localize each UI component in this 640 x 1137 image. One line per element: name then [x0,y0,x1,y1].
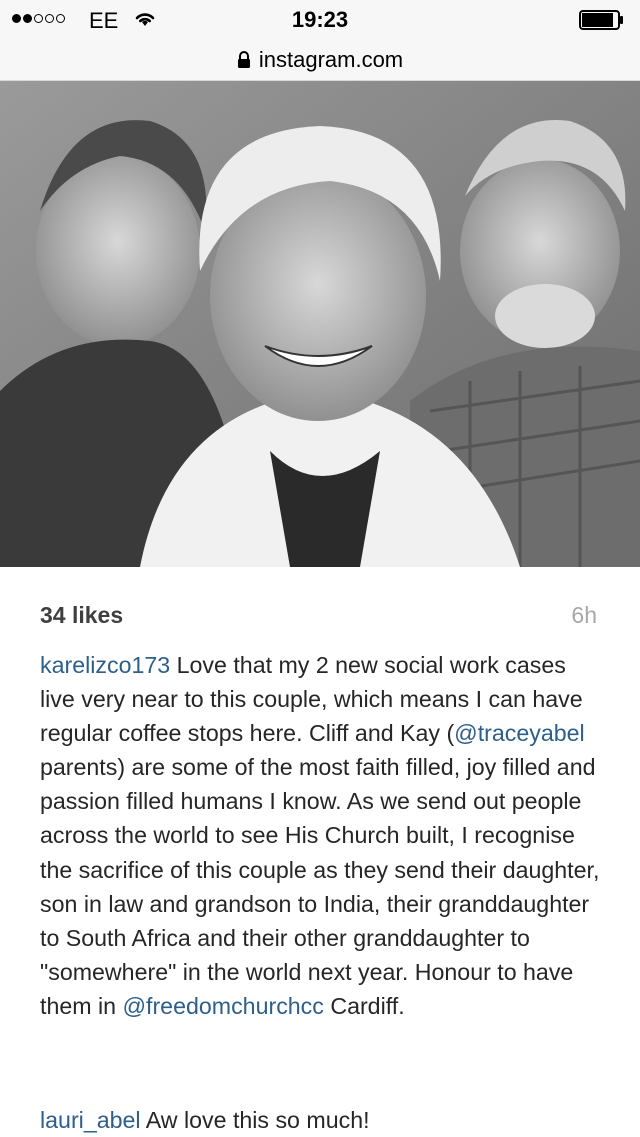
battery-icon [579,10,623,30]
post-age: 6h [571,602,597,628]
browser-url-bar[interactable]: instagram.com [0,40,640,81]
mention-link[interactable]: @freedomchurchcc [122,993,323,1019]
caption-username-link[interactable]: karelizco173 [40,652,170,678]
mention-link[interactable]: @traceyabel [454,720,585,746]
page-url[interactable]: instagram.com [259,47,403,73]
comment-item: lauri_abel Aw love this so much! [40,1103,606,1137]
status-bar: EE 19:23 [0,0,640,40]
comment-text: Aw love this so much! [140,1107,370,1133]
post-caption: karelizco173 Love that my 2 new social w… [40,648,606,1023]
caption-text: Cardiff. [323,992,405,1019]
post-meta: 34 likes 6h [0,600,640,636]
selfie-photo [0,81,640,567]
comment-username-link[interactable]: lauri_abel [40,1107,141,1133]
clock-time: 19:23 [291,7,349,32]
likes-count[interactable]: 34 likes [40,602,123,629]
post-photo[interactable] [0,81,640,567]
lock-icon [237,51,250,68]
caption-text: parents) are some of the most faith fill… [40,754,600,1019]
